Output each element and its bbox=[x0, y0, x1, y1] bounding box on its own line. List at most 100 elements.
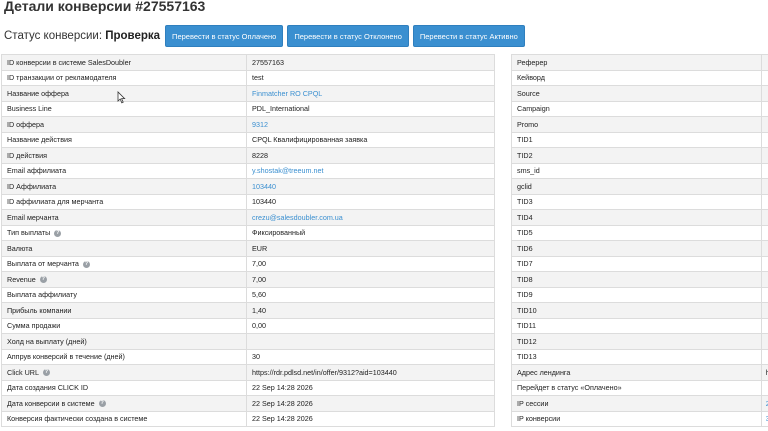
row-value: 8228 bbox=[246, 147, 495, 164]
table-row: Тип выплаты? Фиксированный bbox=[1, 224, 495, 241]
row-value bbox=[760, 100, 768, 117]
row-value: PDL_International bbox=[246, 100, 495, 117]
help-icon[interactable]: ? bbox=[42, 369, 50, 377]
table-row: Кейворд bbox=[511, 69, 768, 86]
table-row: Прибыль компании 1,40 bbox=[1, 302, 495, 319]
status-bar: Статус конверсии: Проверка Перевести в с… bbox=[4, 25, 529, 47]
mouse-pointer-icon bbox=[117, 91, 126, 104]
row-key: ID транзакции от рекламодателя bbox=[1, 69, 247, 86]
table-row: ID конверсии в системе SalesDoubler 27557… bbox=[1, 54, 495, 71]
set-status-active-button[interactable]: Перевести в статус Активно bbox=[412, 25, 525, 47]
row-key-label: TID4 bbox=[517, 212, 533, 222]
row-value bbox=[760, 379, 768, 396]
row-key-label: Promo bbox=[517, 119, 539, 129]
row-key-label: Аппрув конверсий в течение (дней) bbox=[7, 352, 125, 362]
row-key-label: Email аффилиата bbox=[7, 166, 67, 176]
row-value: 5,60 bbox=[246, 286, 495, 303]
table-row: Revenue? 7,00 bbox=[1, 271, 495, 288]
row-key-label: Прибыль компании bbox=[7, 305, 72, 315]
row-key: ID действия bbox=[1, 147, 247, 164]
table-row: TID4 bbox=[511, 209, 768, 226]
status-label: Статус конверсии: Проверка bbox=[4, 30, 161, 42]
row-key: IP сессии bbox=[511, 395, 762, 412]
row-key-label: sms_id bbox=[517, 166, 540, 176]
status-value: Проверка bbox=[105, 30, 161, 42]
table-row: Адрес лендинга h bbox=[511, 364, 768, 381]
table-row: TID9 bbox=[511, 286, 768, 303]
help-icon[interactable]: ? bbox=[39, 276, 47, 284]
row-key-label: Выплата от мерчанта bbox=[7, 259, 79, 269]
row-value: https://rdr.pdlsd.net/in/offer/9312?aid=… bbox=[246, 364, 495, 381]
row-value-text: 22 Sep 14:28 2026 bbox=[252, 414, 313, 424]
row-key-label: ID аффилиата для мерчанта bbox=[7, 197, 104, 207]
row-key: Campaign bbox=[511, 100, 762, 117]
row-key: Сумма продажи bbox=[1, 317, 247, 334]
row-value bbox=[760, 147, 768, 164]
row-key: TID9 bbox=[511, 286, 762, 303]
row-key: TID8 bbox=[511, 271, 762, 288]
row-value: 3 bbox=[760, 410, 768, 427]
row-value-text: 1,40 bbox=[252, 305, 266, 315]
help-icon[interactable]: ? bbox=[82, 260, 90, 268]
row-key-label: Source bbox=[517, 88, 540, 98]
row-value: EUR bbox=[246, 240, 495, 257]
row-value-link[interactable]: crezu@salesdoubler.com.ua bbox=[252, 213, 343, 222]
row-key-label: TID5 bbox=[517, 228, 533, 238]
table-row: TID10 bbox=[511, 302, 768, 319]
table-row: Выплата аффилиату 5,60 bbox=[1, 286, 495, 303]
row-key-label: Сумма продажи bbox=[7, 321, 61, 331]
row-key: ID аффилиата для мерчанта bbox=[1, 193, 247, 210]
table-row: Перейдет в статус «Оплачено» bbox=[511, 379, 768, 396]
row-value: 22 Sep 14:28 2026 bbox=[246, 379, 495, 396]
row-key-label: IP сессии bbox=[517, 398, 549, 408]
row-value bbox=[760, 69, 768, 86]
row-value: y.shostak@treeum.net bbox=[246, 162, 495, 179]
row-value-text: 7,00 bbox=[252, 259, 266, 269]
row-value: h bbox=[760, 364, 768, 381]
row-value bbox=[760, 286, 768, 303]
table-row: Реферер bbox=[511, 54, 768, 71]
table-row: TID11 bbox=[511, 317, 768, 334]
row-key-label: Название действия bbox=[7, 135, 72, 145]
set-status-paid-button[interactable]: Перевести в статус Оплачено bbox=[165, 25, 284, 47]
table-row: Business Line PDL_International bbox=[1, 100, 495, 117]
row-key: TID2 bbox=[511, 147, 762, 164]
row-value bbox=[760, 131, 768, 148]
table-row: Холд на выплату (дней) bbox=[1, 333, 495, 350]
row-value-link[interactable]: 9312 bbox=[252, 120, 268, 129]
row-value: CPQL Квалифицированная заявка bbox=[246, 131, 495, 148]
table-row: TID8 bbox=[511, 271, 768, 288]
row-value-link[interactable]: Finmatcher RO CPQL bbox=[252, 89, 322, 98]
table-row: TID12 bbox=[511, 333, 768, 350]
set-status-rejected-button[interactable]: Перевести в статус Отклонено bbox=[287, 25, 409, 47]
row-value bbox=[760, 54, 768, 71]
row-value: 103440 bbox=[246, 178, 495, 195]
row-value-link[interactable]: 103440 bbox=[252, 182, 276, 191]
row-value bbox=[760, 224, 768, 241]
row-value-text: PDL_International bbox=[252, 104, 310, 114]
row-value-link[interactable]: y.shostak@treeum.net bbox=[252, 166, 323, 175]
table-row: Конверсия фактически создана в системе 22… bbox=[1, 410, 495, 427]
row-key: Выплата аффилиату bbox=[1, 286, 247, 303]
row-value bbox=[760, 271, 768, 288]
row-value: 27557163 bbox=[246, 54, 495, 71]
row-key-label: ID Аффилиата bbox=[7, 181, 57, 191]
help-icon[interactable]: ? bbox=[98, 400, 106, 408]
row-key-label: Business Line bbox=[7, 104, 52, 114]
row-key-label: TID12 bbox=[517, 336, 537, 346]
row-value: 22 Sep 14:28 2026 bbox=[246, 395, 495, 412]
table-row: Название оффера Finmatcher RO CPQL bbox=[1, 85, 495, 102]
row-key-label: Email мерчанта bbox=[7, 212, 59, 222]
row-key: Аппрув конверсий в течение (дней) bbox=[1, 348, 247, 365]
row-value bbox=[760, 85, 768, 102]
help-icon[interactable]: ? bbox=[54, 229, 62, 237]
table-row: Валюта EUR bbox=[1, 240, 495, 257]
row-key: TID3 bbox=[511, 193, 762, 210]
row-value bbox=[760, 209, 768, 226]
row-key: Click URL? bbox=[1, 364, 247, 381]
row-value-text: 103440 bbox=[252, 197, 276, 207]
table-row: TID5 bbox=[511, 224, 768, 241]
row-key: Выплата от мерчанта? bbox=[1, 255, 247, 272]
row-key: Тип выплаты? bbox=[1, 224, 247, 241]
row-value-text: 7,00 bbox=[252, 274, 266, 284]
